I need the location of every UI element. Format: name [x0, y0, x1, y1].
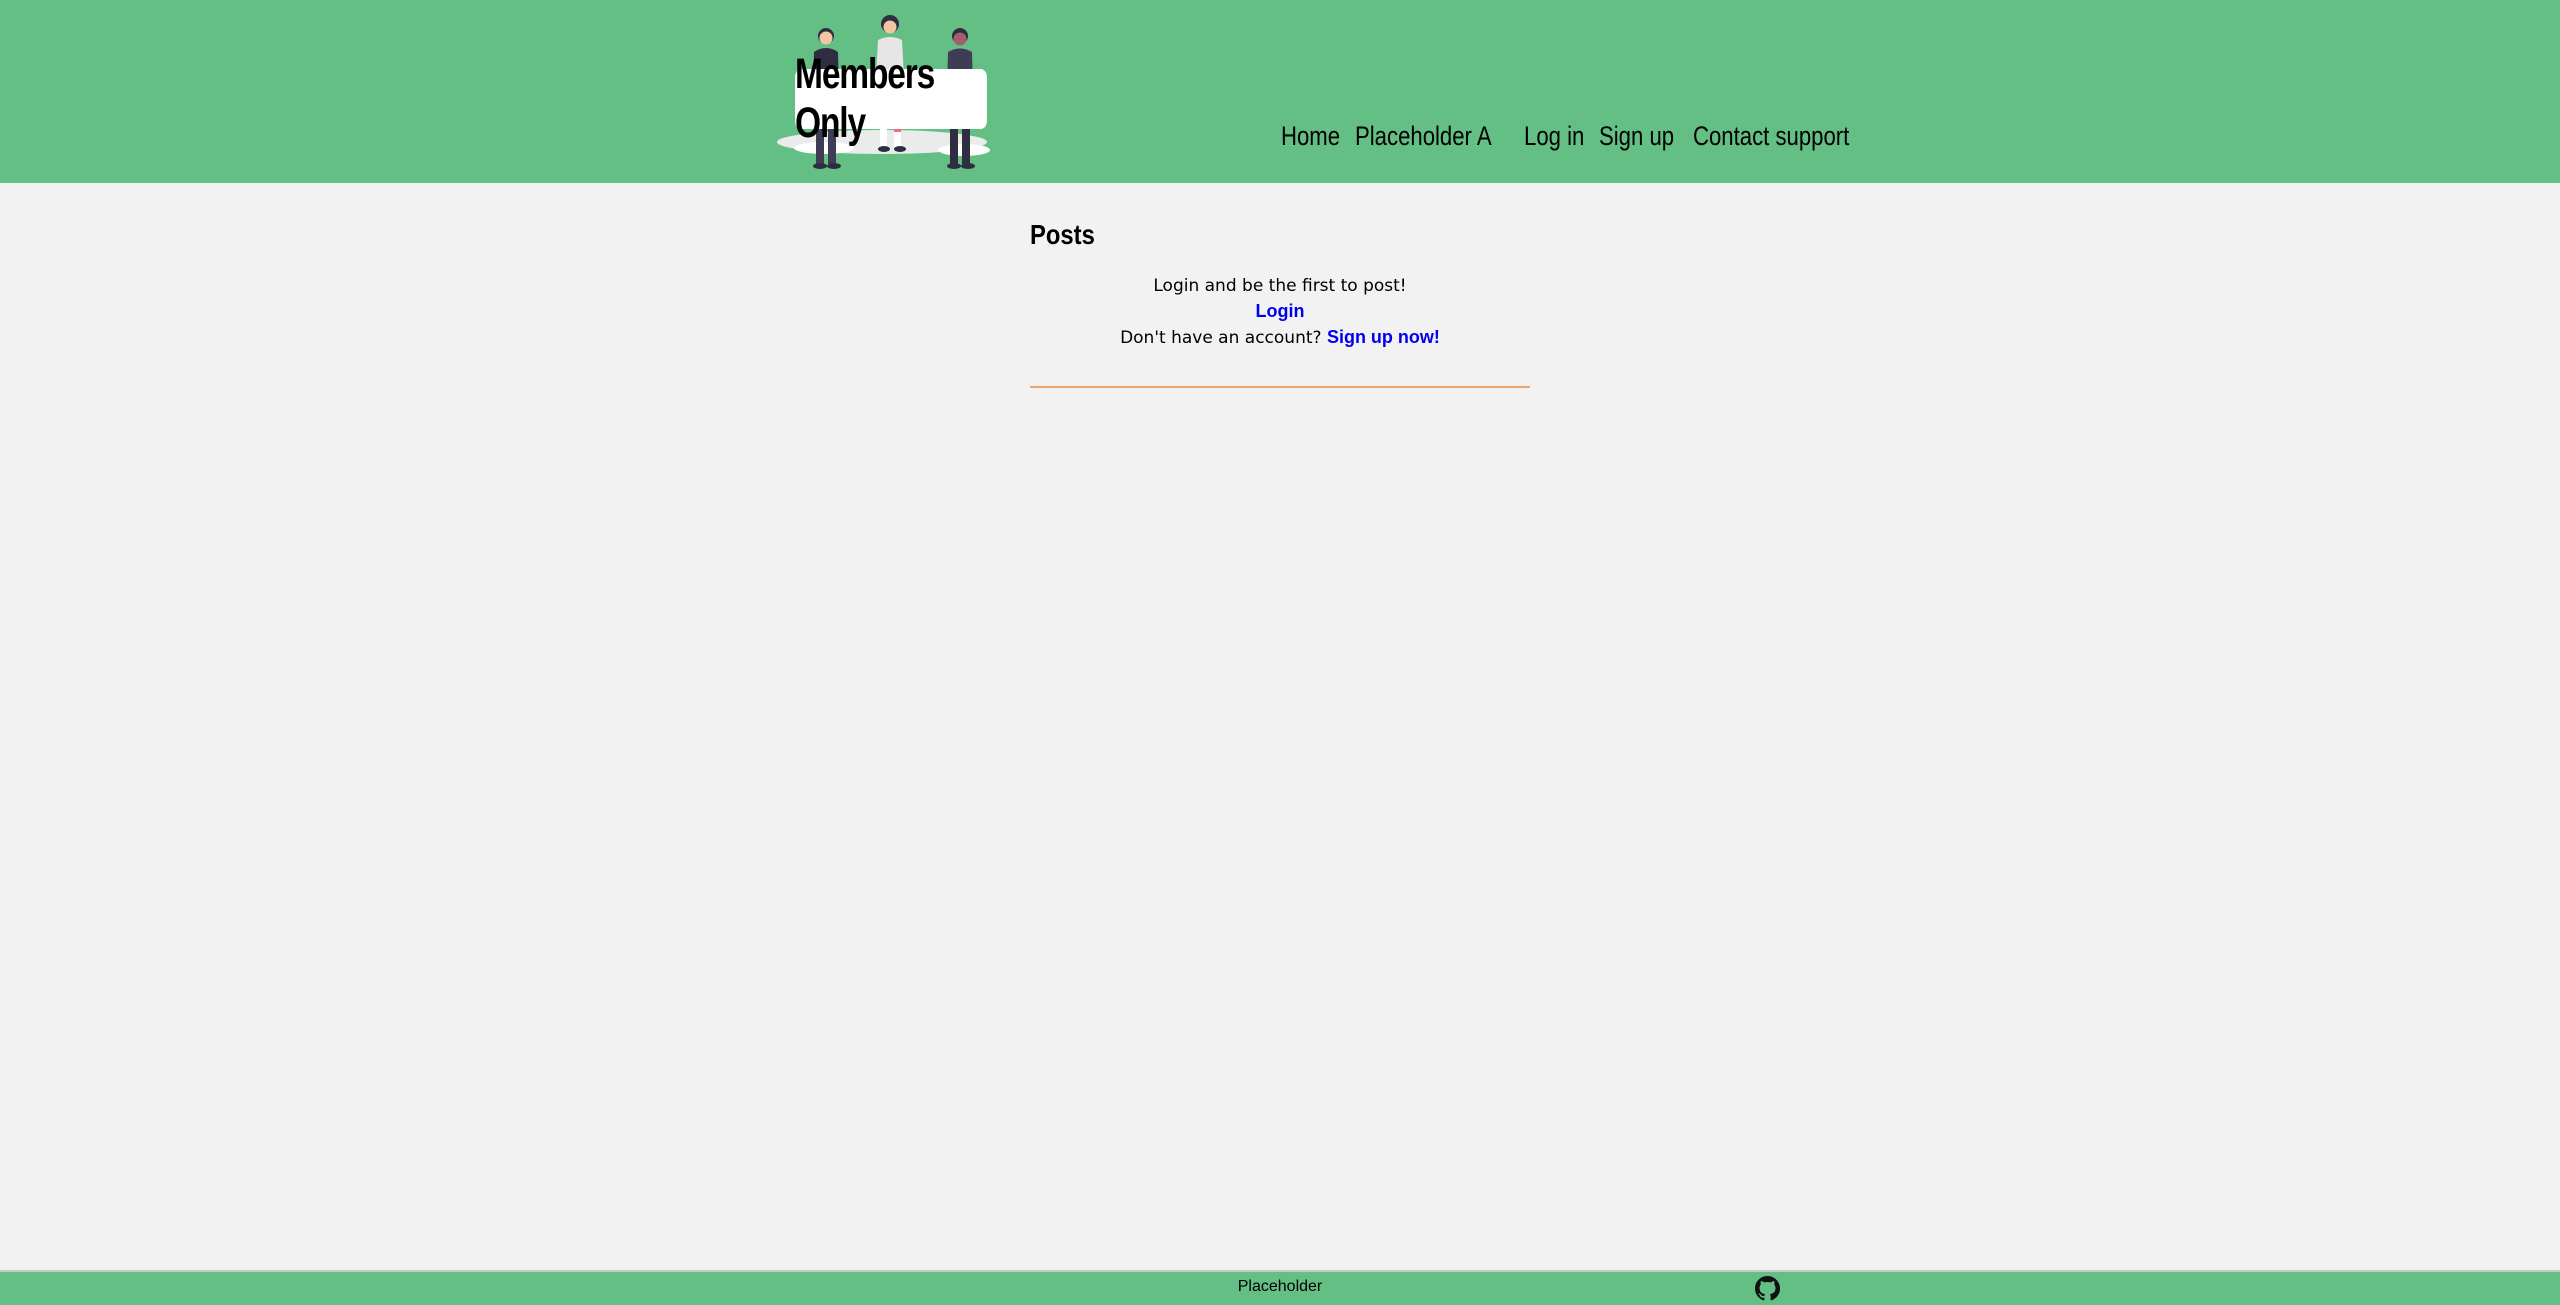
empty-posts-message: Login and be the first to post! Login Do…	[1030, 274, 1530, 351]
site-footer: Placeholder	[0, 1270, 2560, 1305]
page-title: Posts	[1030, 219, 1095, 250]
signup-prompt-text: Don't have an account?	[1120, 328, 1322, 348]
nav-home-link[interactable]: Home	[1281, 121, 1340, 161]
logo-title: Members Only	[795, 50, 987, 147]
login-link[interactable]: Login	[1256, 301, 1305, 321]
signup-now-link[interactable]: Sign up now!	[1327, 327, 1440, 347]
nav-signup-link[interactable]: Sign up	[1599, 121, 1674, 161]
posts-section: Posts Login and be the first to post! Lo…	[1030, 215, 1530, 351]
site-header: Members Only Home Placeholder A Log in S…	[0, 0, 2560, 183]
main-nav: Home Placeholder A Log in Sign up Contac…	[1281, 121, 1869, 161]
nav-contact-support-link[interactable]: Contact support	[1693, 121, 1849, 161]
footer-text: Placeholder	[1237, 1278, 1323, 1295]
empty-message-text: Login and be the first to post!	[1153, 276, 1407, 296]
github-icon[interactable]	[1755, 1276, 1780, 1301]
nav-login-link[interactable]: Log in	[1524, 121, 1584, 161]
site-logo[interactable]: Members Only	[764, 14, 1024, 172]
nav-placeholder-a-link[interactable]: Placeholder A	[1355, 121, 1492, 161]
posts-divider	[1030, 386, 1530, 388]
